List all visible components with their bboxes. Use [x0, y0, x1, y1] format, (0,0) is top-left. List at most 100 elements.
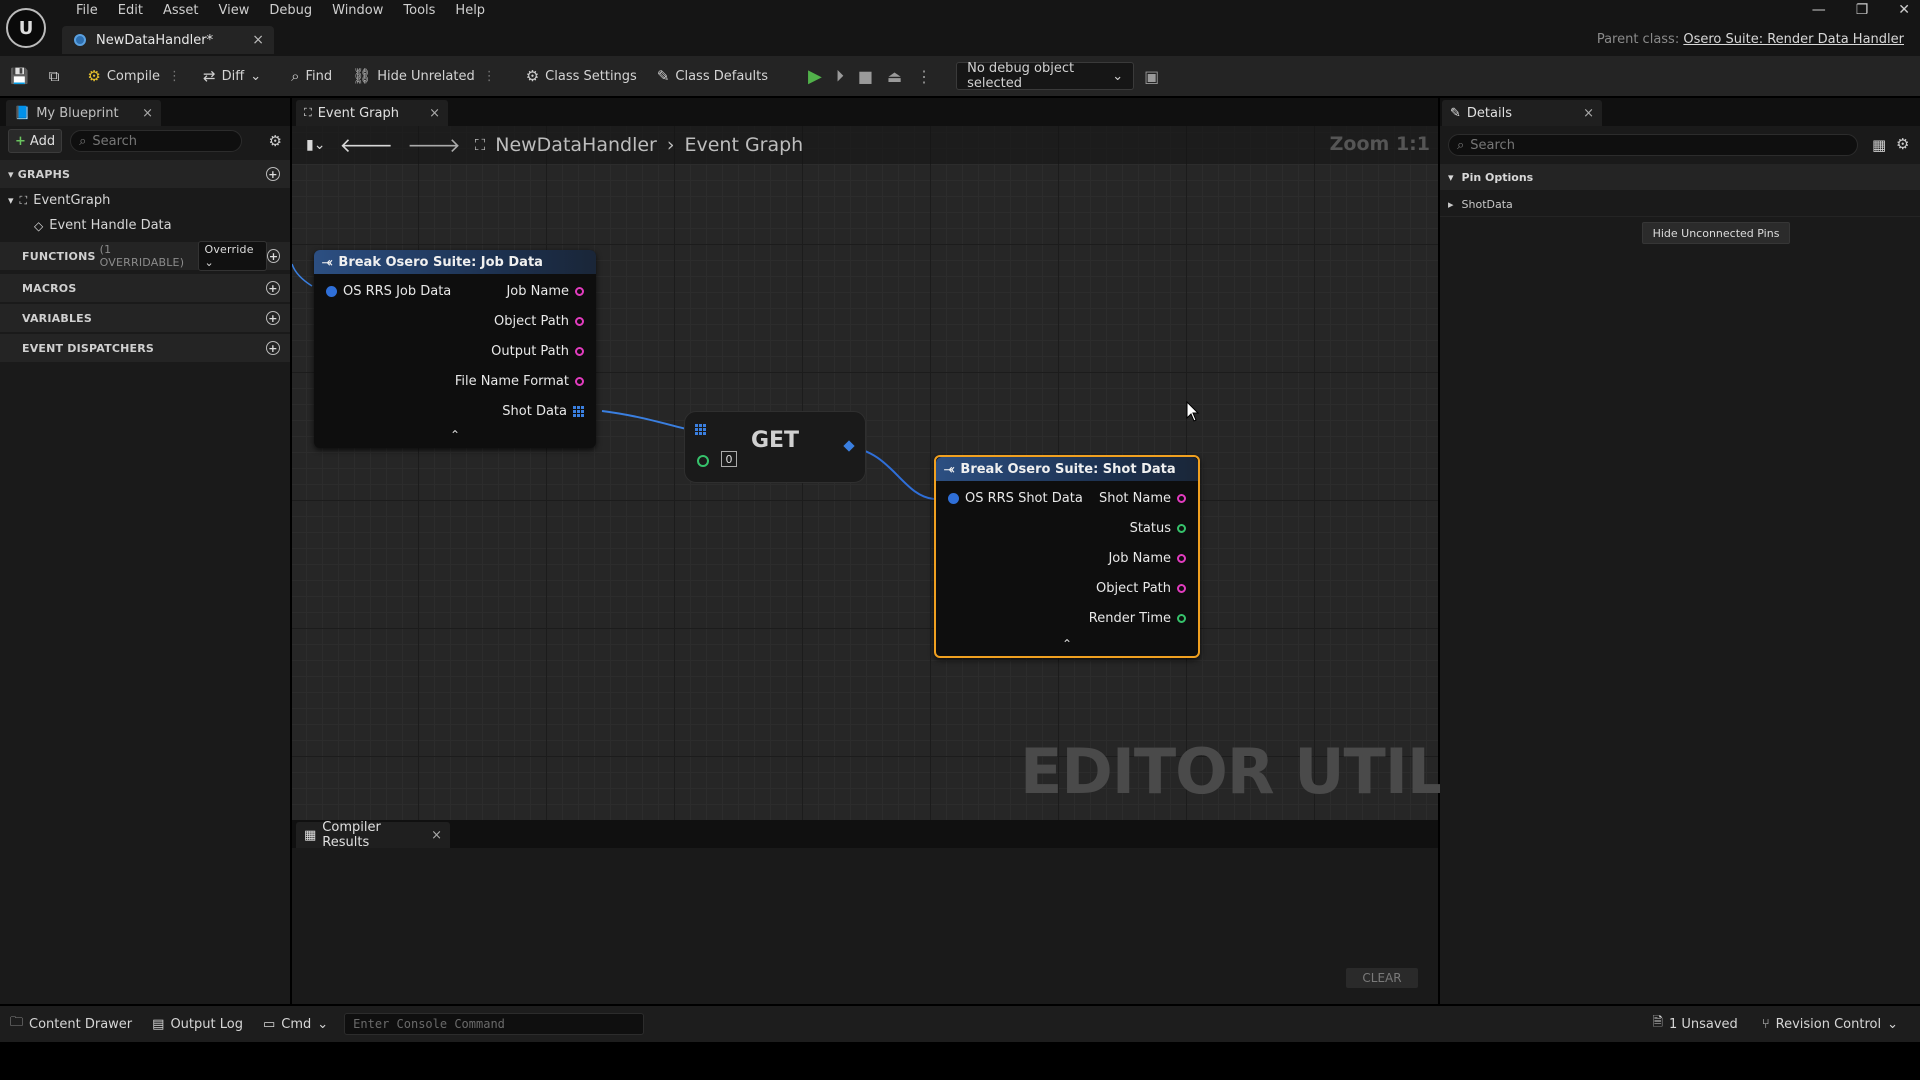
- chevron-down-icon: ⌄: [1112, 68, 1124, 84]
- menu-tools[interactable]: Tools: [393, 0, 445, 22]
- macros-header-label: MACROS: [22, 281, 77, 295]
- shotdata-row[interactable]: ▸ ShotData: [1440, 192, 1920, 217]
- diff-button[interactable]: ⇄ Diff ⌄: [193, 56, 271, 96]
- debug-object-select[interactable]: No debug object selected ⌄: [956, 61, 1135, 91]
- output-pin-object-path[interactable]: Object Path: [1096, 581, 1186, 596]
- output-pin-object-path[interactable]: Object Path: [494, 314, 584, 329]
- browse-button[interactable]: ⧉: [39, 56, 70, 96]
- output-pin-shot-name[interactable]: Shot Name: [1099, 491, 1186, 506]
- array-pin-icon[interactable]: [695, 424, 706, 435]
- find-button[interactable]: ⌕ Find: [281, 56, 342, 96]
- menu-window[interactable]: Window: [322, 0, 393, 22]
- unsaved-button[interactable]: 🗎 1 Unsaved: [1643, 1013, 1748, 1035]
- output-pin-job-name[interactable]: Job Name: [506, 284, 584, 299]
- tree-item-event-handle-data[interactable]: ◇ Event Handle Data: [34, 218, 172, 233]
- close-icon[interactable]: ×: [429, 106, 440, 121]
- tab-event-graph[interactable]: ⛶ Event Graph ×: [296, 100, 448, 126]
- add-dispatcher-icon[interactable]: +: [266, 341, 280, 355]
- class-defaults-label: Class Defaults: [675, 68, 769, 84]
- add-graph-icon[interactable]: +: [266, 167, 280, 181]
- hide-unrelated-button[interactable]: ⛓ Hide Unrelated ⋮: [342, 56, 508, 96]
- compile-button[interactable]: ⚙ Compile ⋮: [77, 56, 193, 96]
- hide-unrelated-options-icon[interactable]: ⋮: [481, 69, 498, 84]
- restore-icon[interactable]: ❐: [1856, 2, 1869, 18]
- gear-icon[interactable]: ⚙: [269, 132, 282, 150]
- minimize-icon[interactable]: —: [1812, 2, 1826, 18]
- compile-options-icon[interactable]: ⋮: [166, 69, 183, 84]
- menu-view[interactable]: View: [209, 0, 260, 22]
- class-defaults-button[interactable]: ✎ Class Defaults: [647, 56, 778, 96]
- break-job-data-node[interactable]: ⤛ Break Osero Suite: Job Data OS RRS Job…: [314, 250, 596, 448]
- collapse-arrow-icon[interactable]: ⌃: [1062, 637, 1072, 651]
- override-dropdown[interactable]: Override ⌄: [198, 241, 268, 271]
- add-function-icon[interactable]: +: [267, 249, 281, 263]
- revision-control-button[interactable]: ⑂ Revision Control ⌄: [1752, 1017, 1908, 1032]
- output-pin-output-path[interactable]: Output Path: [491, 344, 584, 359]
- output-pin-shot-data[interactable]: Shot Data: [502, 404, 584, 419]
- menu-edit[interactable]: Edit: [108, 0, 153, 22]
- output-pin-icon[interactable]: [843, 440, 855, 452]
- output-pin-file-name-format[interactable]: File Name Format: [455, 374, 584, 389]
- collapse-arrow-icon[interactable]: ⌃: [450, 428, 460, 442]
- graphs-section-header[interactable]: ▾ GRAPHS +: [0, 160, 290, 188]
- chevron-down-icon: ⌄: [250, 68, 262, 84]
- collapsed-arrow-icon[interactable]: ▸: [1448, 198, 1454, 211]
- macros-section-header[interactable]: MACROS +: [0, 274, 290, 302]
- input-pin-job-data[interactable]: OS RRS Job Data: [326, 284, 451, 299]
- my-blueprint-search[interactable]: ⌕ Search: [70, 130, 243, 152]
- tab-compiler-results[interactable]: ▦ Compiler Results ×: [296, 820, 450, 850]
- play-options-icon[interactable]: ⋮: [916, 67, 932, 86]
- close-tab-icon[interactable]: ×: [252, 32, 264, 48]
- stop-icon[interactable]: ■: [858, 67, 873, 86]
- tree-item-eventgraph[interactable]: ▾ ⛶ EventGraph: [8, 193, 110, 208]
- pin-label: Status: [1129, 521, 1171, 536]
- close-window-icon[interactable]: ✕: [1898, 2, 1910, 18]
- unreal-logo-icon[interactable]: U: [6, 8, 46, 48]
- step-icon[interactable]: ⏵: [836, 66, 844, 86]
- hide-unconnected-pins-button[interactable]: Hide Unconnected Pins: [1642, 222, 1790, 244]
- save-button[interactable]: 💾: [0, 56, 39, 96]
- menu-help[interactable]: Help: [445, 0, 495, 22]
- menu-file[interactable]: File: [66, 0, 108, 22]
- tab-my-blueprint[interactable]: 📘 My Blueprint ×: [6, 100, 161, 126]
- output-pin-render-time[interactable]: Render Time: [1089, 611, 1186, 626]
- get-array-node[interactable]: 0 GET: [684, 411, 866, 483]
- node-header: ⤛ Break Osero Suite: Job Data: [314, 250, 596, 274]
- variables-section-header[interactable]: VARIABLES +: [0, 304, 290, 332]
- add-macro-icon[interactable]: +: [266, 281, 280, 295]
- output-pin-job-name[interactable]: Job Name: [1108, 551, 1186, 566]
- close-icon[interactable]: ×: [431, 828, 442, 843]
- index-input[interactable]: 0: [721, 451, 737, 467]
- break-shot-data-node[interactable]: ⤛ Break Osero Suite: Shot Data OS RRS Sh…: [934, 455, 1200, 658]
- menu-bar: File Edit Asset View Debug Window Tools …: [66, 0, 495, 22]
- output-log-button[interactable]: ▤ Output Log: [142, 1017, 253, 1032]
- parent-class-link[interactable]: Osero Suite: Render Data Handler: [1683, 32, 1904, 47]
- play-icon[interactable]: ▶: [808, 66, 822, 87]
- functions-section-header[interactable]: FUNCTIONS (1 OVERRIDABLE) Override ⌄ +: [0, 241, 290, 271]
- input-pin-shot-data[interactable]: OS RRS Shot Data: [948, 491, 1083, 506]
- cmd-dropdown[interactable]: ▭ Cmd ⌄: [253, 1017, 338, 1032]
- expand-arrow-icon[interactable]: ▾: [8, 194, 14, 207]
- menu-debug[interactable]: Debug: [259, 0, 322, 22]
- menu-asset[interactable]: Asset: [153, 0, 209, 22]
- gear-icon[interactable]: ⚙: [1896, 135, 1909, 153]
- add-button[interactable]: + Add: [8, 129, 63, 153]
- details-search[interactable]: ⌕ Search: [1448, 134, 1858, 156]
- eject-icon[interactable]: ⏏: [887, 67, 902, 86]
- content-drawer-button[interactable]: 🗀 Content Drawer: [0, 1013, 142, 1035]
- output-pin-status[interactable]: Status: [1130, 521, 1186, 536]
- debug-filter-button[interactable]: ▣: [1134, 56, 1169, 96]
- document-tab[interactable]: NewDataHandler* ×: [62, 26, 274, 54]
- close-icon[interactable]: ×: [1583, 106, 1594, 121]
- int-pin-icon[interactable]: [697, 455, 709, 467]
- close-icon[interactable]: ×: [142, 106, 153, 121]
- class-settings-button[interactable]: ⚙ Class Settings: [516, 56, 647, 96]
- table-view-icon[interactable]: ▦: [1872, 136, 1886, 154]
- clear-button[interactable]: CLEAR: [1346, 968, 1418, 988]
- add-variable-icon[interactable]: +: [266, 311, 280, 325]
- chevron-down-icon: ⌄: [317, 1016, 329, 1032]
- tab-details[interactable]: ✎ Details ×: [1442, 100, 1602, 126]
- console-command-input[interactable]: Enter Console Command: [344, 1013, 645, 1035]
- event-dispatchers-section-header[interactable]: EVENT DISPATCHERS +: [0, 334, 290, 362]
- pin-options-header[interactable]: ▾ Pin Options: [1440, 164, 1920, 190]
